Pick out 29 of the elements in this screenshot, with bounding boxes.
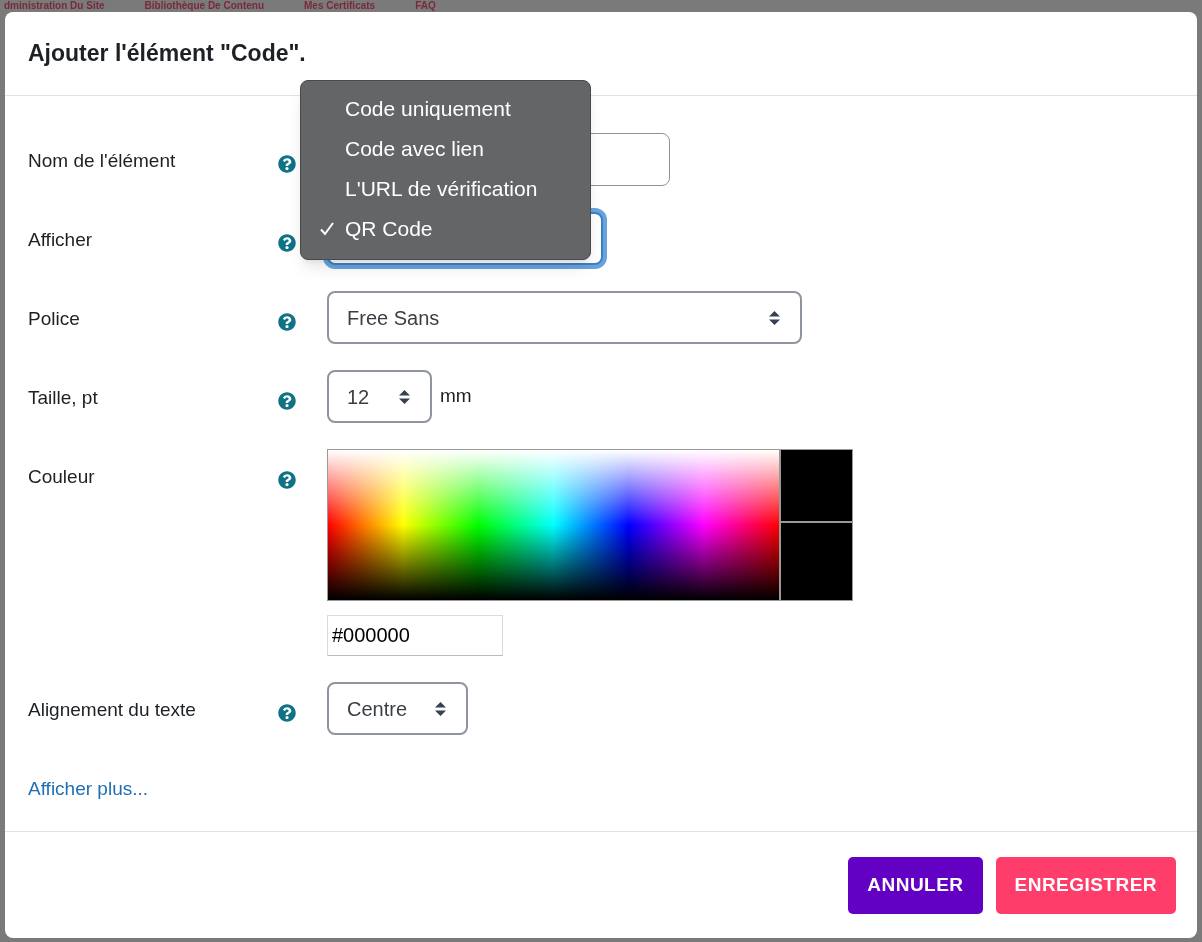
help-icon[interactable] [278,392,296,410]
field-label: Police [28,308,80,329]
sort-arrows-icon [435,701,446,716]
help-icon[interactable] [278,471,296,489]
field-label: Nom de l'élément [28,150,176,171]
save-button[interactable]: ENREGISTRER [995,856,1176,914]
field-label: Taille, pt [28,387,98,408]
show-more-link[interactable]: Afficher plus... [28,778,149,799]
field-label: Afficher [28,229,93,250]
sort-arrows-icon [399,389,410,404]
dropdown-option[interactable]: Code avec lien [301,129,590,169]
help-icon[interactable] [278,704,296,722]
dropdown-option[interactable]: QR Code [301,209,590,249]
select-field[interactable]: Free Sans [327,291,802,344]
color-gradient-picker[interactable] [327,449,780,601]
dropdown-option[interactable]: L'URL de vérification [301,169,590,209]
select-field[interactable]: 12 [327,370,432,423]
unit-label: mm [440,384,472,409]
help-icon[interactable] [278,234,296,252]
dialog-title: Ajouter l'élément "Code". [28,39,306,69]
field-label: Alignement du texte [28,699,196,720]
help-icon[interactable] [278,155,296,173]
help-icon[interactable] [278,313,296,331]
select-field[interactable]: Centre [327,682,468,735]
hex-input-field[interactable]: #000000 [327,615,503,656]
dropdown-option[interactable]: Code uniquement [301,89,590,129]
sort-arrows-icon [769,310,780,325]
field-label: Couleur [28,466,95,487]
cancel-button[interactable]: ANNULER [848,856,983,914]
